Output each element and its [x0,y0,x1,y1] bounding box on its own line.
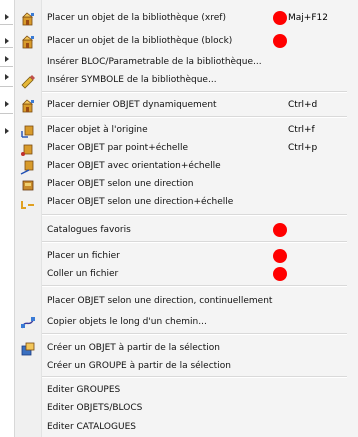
menu-item-label: Placer OBJET selon une direction [47,179,194,189]
menu-item-label: Créer un OBJET à partir de la sélection [47,343,220,353]
copy-along-path-icon [20,315,36,331]
menu-separator [42,376,347,378]
menu-item-label: Placer objet à l'origine [47,125,148,135]
parent-menu-divider [0,113,13,114]
menu-item-shortcut: Ctrl+d [288,100,318,110]
menu-item-label: Editer OBJETS/BLOCS [47,403,143,413]
menu-item[interactable]: Placer un fichier [15,248,358,266]
menu-item-label: Insérer SYMBOLE de la bibliothèque... [47,75,217,85]
menu-item[interactable]: Catalogues favoris [15,222,358,240]
library-object-icon [20,98,36,114]
parent-menu-divider [0,24,13,25]
menu-item[interactable]: Créer un OBJET à partir de la sélection [15,340,358,358]
menu-item[interactable]: Copier objets le long d'un chemin... [15,314,358,332]
menu-separator [42,333,347,335]
menu-item[interactable]: Editer GROUPES [15,382,358,400]
menu-item[interactable]: Insérer BLOC/Parametrable de la biblioth… [15,54,358,72]
red-marker-dot [273,34,287,48]
menu-item-label: Placer OBJET par point+échelle [47,143,188,153]
menu-item-label: Editer CATALOGUES [47,422,136,432]
menu-item[interactable]: Placer OBJET selon une direction, contin… [15,293,358,311]
menu-item[interactable]: Editer OBJETS/BLOCS [15,400,358,418]
menu-item[interactable]: Placer objet à l'origine Ctrl+f [15,122,358,140]
place-direction-icon [20,177,36,193]
parent-menu-divider [0,86,13,87]
red-marker-dot [273,11,287,25]
menu-item[interactable]: Coller un fichier [15,266,358,284]
menu-item-label: Placer OBJET selon une direction, contin… [47,296,273,306]
menu-item-label: Editer GROUPES [47,385,121,395]
menu-item-label: Insérer BLOC/Parametrable de la biblioth… [47,57,262,67]
menu-item-label: Placer dernier OBJET dynamiquement [47,100,217,110]
menu-item[interactable]: Placer OBJET selon une direction+échelle [15,194,358,212]
menu-item-label: Placer un objet de la bibliothèque (bloc… [47,36,233,46]
menu-item-shortcut: Ctrl+f [288,125,315,135]
parent-menu-divider [0,66,13,67]
menu-item[interactable]: Placer un objet de la bibliothèque (xref… [15,10,358,28]
place-direction-scale-icon [20,195,36,211]
create-object-icon [20,341,36,357]
red-marker-dot [273,249,287,263]
menu-item-label: Placer OBJET avec orientation+échelle [47,161,221,171]
red-marker-dot [273,267,287,281]
menu-item[interactable]: Placer un objet de la bibliothèque (bloc… [15,33,358,51]
menu-item[interactable]: Créer un GROUPE à partir de la sélection [15,358,358,376]
menu-item[interactable]: Placer OBJET selon une direction [15,176,358,194]
menu-separator [42,214,347,216]
menu-item-label: Placer un objet de la bibliothèque (xref… [47,13,226,23]
place-point-icon [20,141,36,157]
menu-item[interactable]: Insérer SYMBOLE de la bibliothèque... [15,72,358,90]
menu-item-shortcut: Maj+F12 [288,13,328,23]
red-marker-dot [273,223,287,237]
menu-item-label: Copier objets le long d'un chemin... [47,317,207,327]
place-orientation-icon [20,159,36,175]
parent-menu-divider [0,47,13,48]
menu-separator [42,285,347,287]
menu-separator [42,91,347,93]
library-object-icon [20,34,36,50]
menu-item-shortcut: Ctrl+p [288,143,318,153]
menu-separator [42,116,347,118]
submenu-arrow-icon [5,56,9,62]
submenu-arrow-icon [5,128,9,134]
menu-item[interactable]: Placer OBJET par point+échelle Ctrl+p [15,140,358,158]
menu-item[interactable]: Editer CATALOGUES [15,419,358,437]
submenu-arrow-icon [5,14,9,20]
submenu-arrow-icon [5,74,9,80]
menu-item-label: Catalogues favoris [47,225,131,235]
menu-item-label: Coller un fichier [47,269,119,279]
place-origin-icon [20,123,36,139]
library-object-icon [20,11,36,27]
submenu-arrow-icon [5,101,9,107]
menu-item-label: Placer un fichier [47,251,120,261]
menu-item-label: Placer OBJET selon une direction+échelle [47,197,234,207]
menu-item-label: Créer un GROUPE à partir de la sélection [47,361,231,371]
symbol-icon [20,73,36,89]
menu-item[interactable]: Placer OBJET avec orientation+échelle [15,158,358,176]
submenu-arrow-icon [5,38,9,44]
menu-item[interactable]: Placer dernier OBJET dynamiquement Ctrl+d [15,97,358,115]
menu-separator [42,241,347,243]
